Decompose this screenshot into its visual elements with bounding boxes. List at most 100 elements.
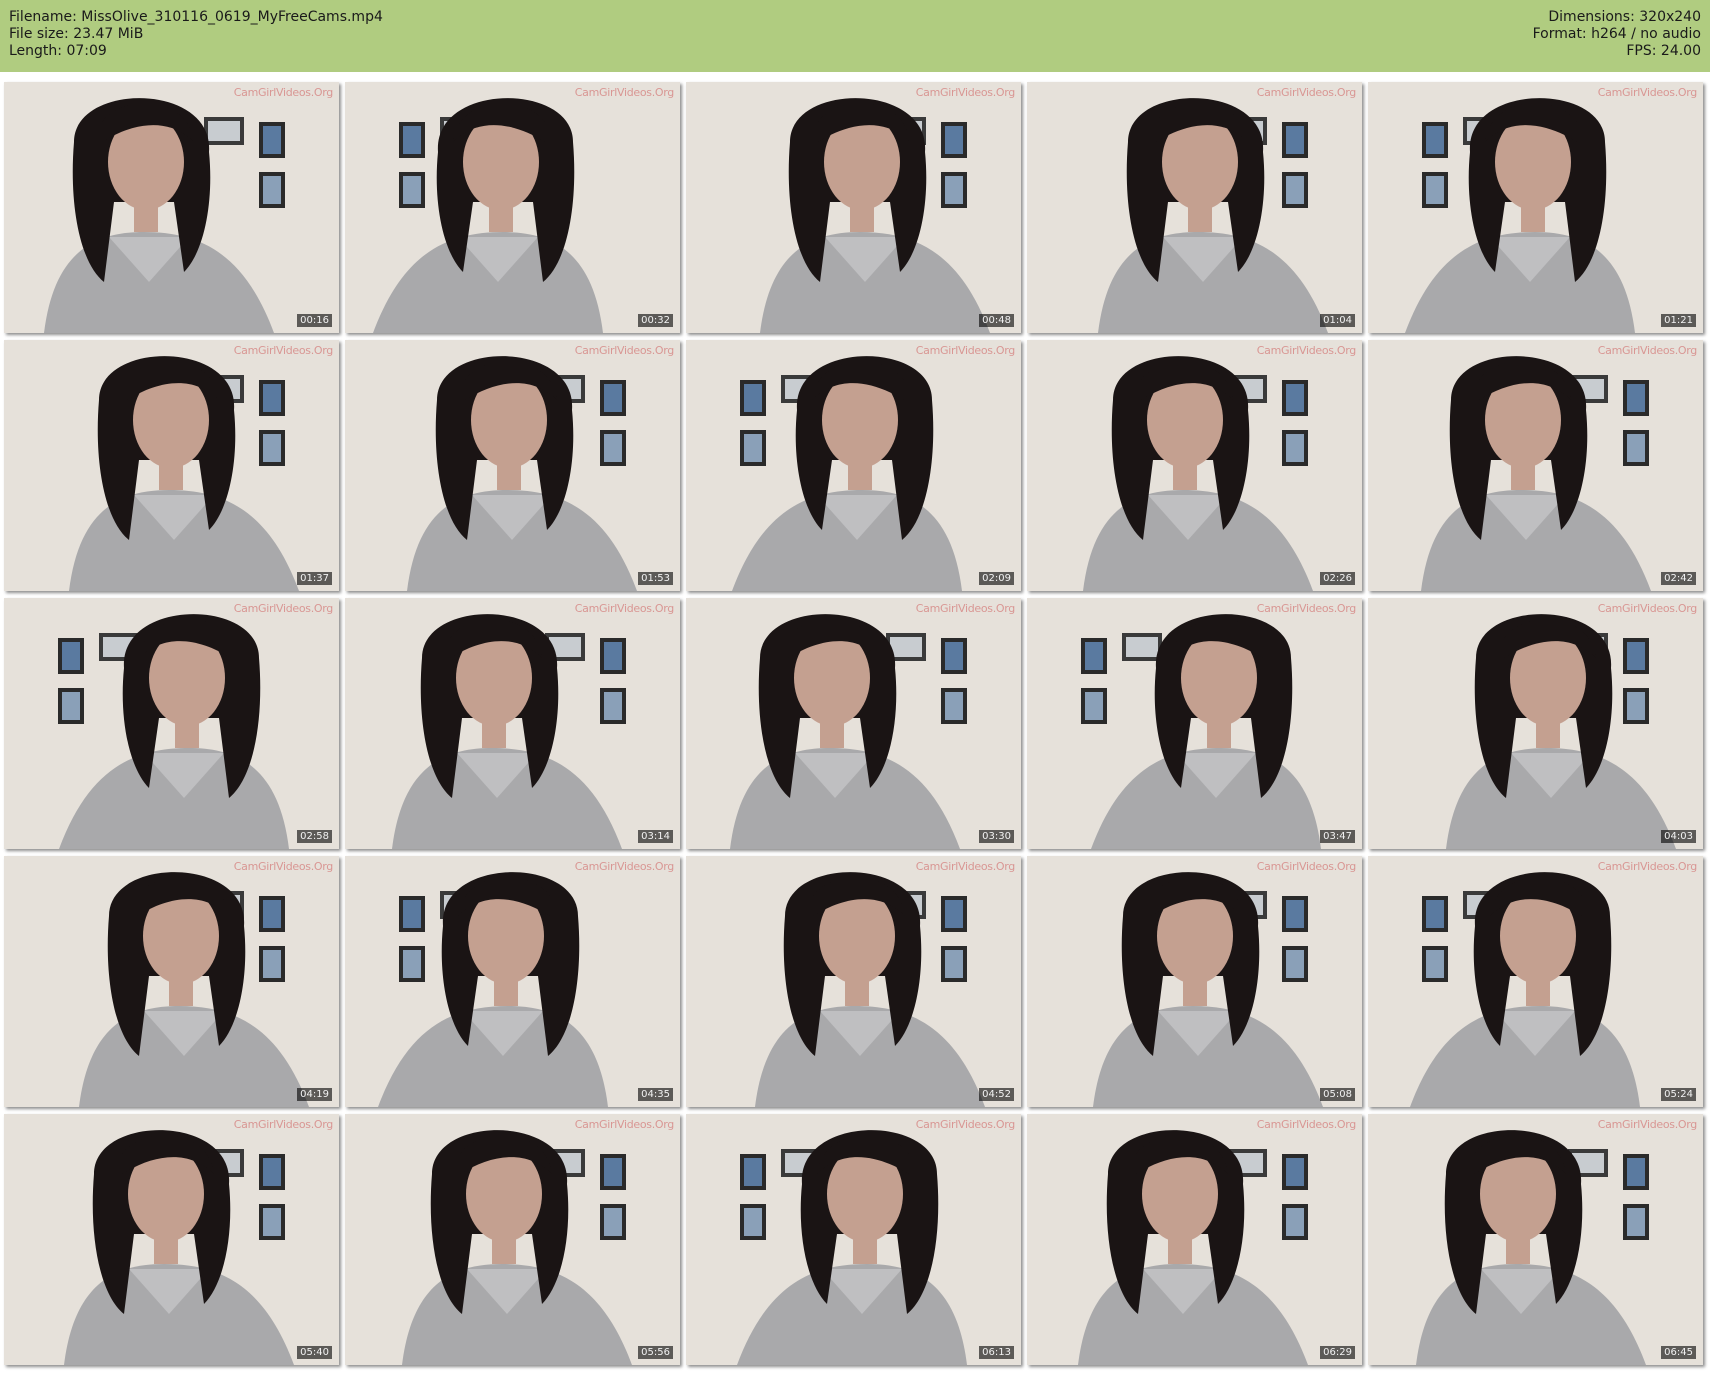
video-thumbnail[interactable]: CamGirlVideos.Org 04:52 — [686, 856, 1021, 1107]
video-thumbnail[interactable]: CamGirlVideos.Org 02:26 — [1027, 340, 1362, 591]
timestamp-label: 05:08 — [1320, 1088, 1355, 1101]
timestamp-label: 05:24 — [1661, 1088, 1696, 1101]
frame-image — [686, 340, 1021, 591]
frame-image — [4, 82, 339, 333]
format-label: Format: h264 / no audio — [1532, 26, 1701, 42]
frame-image — [4, 856, 339, 1107]
frame-image — [1027, 598, 1362, 849]
frame-image — [1027, 340, 1362, 591]
filesize-label: File size: 23.47 MiB — [9, 26, 144, 42]
video-thumbnail[interactable]: CamGirlVideos.Org 01:21 — [1368, 82, 1703, 333]
watermark-logo: CamGirlVideos.Org — [1597, 1118, 1698, 1131]
watermark-logo: CamGirlVideos.Org — [915, 860, 1016, 873]
video-thumbnail[interactable]: CamGirlVideos.Org 00:16 — [4, 82, 339, 333]
timestamp-label: 04:52 — [979, 1088, 1014, 1101]
timestamp-label: 02:42 — [1661, 572, 1696, 585]
timestamp-label: 03:30 — [979, 830, 1014, 843]
length-label: Length: 07:09 — [9, 43, 107, 59]
frame-image — [345, 340, 680, 591]
watermark-logo: CamGirlVideos.Org — [1597, 344, 1698, 357]
watermark-logo: CamGirlVideos.Org — [574, 1118, 675, 1131]
info-header: Filename: MissOlive_310116_0619_MyFreeCa… — [0, 0, 1710, 72]
video-thumbnail[interactable]: CamGirlVideos.Org 02:09 — [686, 340, 1021, 591]
video-thumbnail[interactable]: CamGirlVideos.Org 00:48 — [686, 82, 1021, 333]
timestamp-label: 06:29 — [1320, 1346, 1355, 1359]
timestamp-label: 00:48 — [979, 314, 1014, 327]
video-thumbnail[interactable]: CamGirlVideos.Org 05:40 — [4, 1114, 339, 1365]
video-thumbnail[interactable]: CamGirlVideos.Org 04:35 — [345, 856, 680, 1107]
watermark-logo: CamGirlVideos.Org — [1256, 602, 1357, 615]
video-thumbnail[interactable]: CamGirlVideos.Org 06:13 — [686, 1114, 1021, 1365]
frame-image — [686, 82, 1021, 333]
frame-image — [345, 1114, 680, 1365]
timestamp-label: 01:21 — [1661, 314, 1696, 327]
frame-image — [1027, 1114, 1362, 1365]
frame-image — [345, 598, 680, 849]
video-thumbnail[interactable]: CamGirlVideos.Org 01:37 — [4, 340, 339, 591]
frame-image — [345, 82, 680, 333]
timestamp-label: 05:40 — [297, 1346, 332, 1359]
watermark-logo: CamGirlVideos.Org — [1597, 86, 1698, 99]
frame-image — [345, 856, 680, 1107]
video-thumbnail[interactable]: CamGirlVideos.Org 04:19 — [4, 856, 339, 1107]
watermark-logo: CamGirlVideos.Org — [1256, 860, 1357, 873]
filename-label: Filename: MissOlive_310116_0619_MyFreeCa… — [9, 9, 383, 25]
timestamp-label: 04:19 — [297, 1088, 332, 1101]
frame-image — [686, 598, 1021, 849]
video-thumbnail[interactable]: CamGirlVideos.Org 05:24 — [1368, 856, 1703, 1107]
video-thumbnail[interactable]: CamGirlVideos.Org 02:58 — [4, 598, 339, 849]
watermark-logo: CamGirlVideos.Org — [1256, 344, 1357, 357]
timestamp-label: 03:47 — [1320, 830, 1355, 843]
watermark-logo: CamGirlVideos.Org — [233, 344, 334, 357]
timestamp-label: 06:13 — [979, 1346, 1014, 1359]
watermark-logo: CamGirlVideos.Org — [1256, 1118, 1357, 1131]
dimensions-label: Dimensions: 320x240 — [1548, 9, 1701, 25]
frame-image — [686, 1114, 1021, 1365]
frame-image — [1027, 856, 1362, 1107]
watermark-logo: CamGirlVideos.Org — [233, 1118, 334, 1131]
frame-image — [1027, 82, 1362, 333]
watermark-logo: CamGirlVideos.Org — [915, 602, 1016, 615]
watermark-logo: CamGirlVideos.Org — [1256, 86, 1357, 99]
timestamp-label: 01:37 — [297, 572, 332, 585]
file-info: Filename: MissOlive_310116_0619_MyFreeCa… — [9, 9, 383, 60]
video-thumbnail[interactable]: CamGirlVideos.Org 00:32 — [345, 82, 680, 333]
video-thumbnail[interactable]: CamGirlVideos.Org 06:45 — [1368, 1114, 1703, 1365]
video-thumbnail[interactable]: CamGirlVideos.Org 05:08 — [1027, 856, 1362, 1107]
frame-image — [1368, 1114, 1703, 1365]
watermark-logo: CamGirlVideos.Org — [1597, 860, 1698, 873]
video-thumbnail[interactable]: CamGirlVideos.Org 05:56 — [345, 1114, 680, 1365]
video-thumbnail[interactable]: CamGirlVideos.Org 03:47 — [1027, 598, 1362, 849]
timestamp-label: 04:03 — [1661, 830, 1696, 843]
video-thumbnail[interactable]: CamGirlVideos.Org 03:30 — [686, 598, 1021, 849]
watermark-logo: CamGirlVideos.Org — [233, 860, 334, 873]
video-thumbnail[interactable]: CamGirlVideos.Org 06:29 — [1027, 1114, 1362, 1365]
watermark-logo: CamGirlVideos.Org — [915, 86, 1016, 99]
timestamp-label: 02:26 — [1320, 572, 1355, 585]
frame-image — [4, 340, 339, 591]
timestamp-label: 03:14 — [638, 830, 673, 843]
watermark-logo: CamGirlVideos.Org — [574, 86, 675, 99]
watermark-logo: CamGirlVideos.Org — [915, 344, 1016, 357]
video-thumbnail[interactable]: CamGirlVideos.Org 03:14 — [345, 598, 680, 849]
video-thumbnail[interactable]: CamGirlVideos.Org 01:04 — [1027, 82, 1362, 333]
frame-image — [1368, 856, 1703, 1107]
video-thumbnail[interactable]: CamGirlVideos.Org 01:53 — [345, 340, 680, 591]
watermark-logo: CamGirlVideos.Org — [574, 344, 675, 357]
timestamp-label: 05:56 — [638, 1346, 673, 1359]
frame-image — [1368, 340, 1703, 591]
watermark-logo: CamGirlVideos.Org — [1597, 602, 1698, 615]
frame-image — [4, 598, 339, 849]
watermark-logo: CamGirlVideos.Org — [233, 602, 334, 615]
timestamp-label: 06:45 — [1661, 1346, 1696, 1359]
frame-image — [4, 1114, 339, 1365]
frame-image — [1368, 82, 1703, 333]
frame-image — [686, 856, 1021, 1107]
video-thumbnail[interactable]: CamGirlVideos.Org 04:03 — [1368, 598, 1703, 849]
timestamp-label: 02:58 — [297, 830, 332, 843]
timestamp-label: 01:04 — [1320, 314, 1355, 327]
watermark-logo: CamGirlVideos.Org — [233, 86, 334, 99]
watermark-logo: CamGirlVideos.Org — [574, 860, 675, 873]
frame-image — [1368, 598, 1703, 849]
video-thumbnail[interactable]: CamGirlVideos.Org 02:42 — [1368, 340, 1703, 591]
